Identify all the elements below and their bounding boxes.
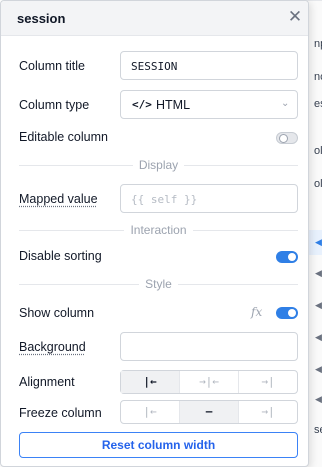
align-center-icon[interactable]: →|← bbox=[179, 371, 238, 393]
divider-text: Display bbox=[19, 158, 298, 172]
divider-text: Style bbox=[19, 277, 298, 291]
panel-title: session bbox=[17, 11, 66, 26]
background-text: ol bbox=[314, 178, 322, 190]
freeze-none-icon[interactable]: — bbox=[179, 401, 238, 423]
alignment-label: Alignment bbox=[19, 375, 75, 389]
chevron-left-icon: ◀ bbox=[315, 394, 322, 404]
chevron-left-icon: ◀ bbox=[315, 268, 322, 278]
column-type-select[interactable]: </> HTML ⌄ bbox=[120, 90, 298, 119]
column-type-value: HTML bbox=[156, 98, 191, 112]
mapped-value-label: Mapped value bbox=[19, 192, 98, 206]
editable-column-label: Editable column bbox=[19, 130, 108, 144]
toggle-knob bbox=[288, 309, 296, 317]
freeze-left-icon[interactable]: |← bbox=[121, 401, 179, 423]
chevron-left-icon: ◀ bbox=[315, 332, 322, 342]
background-text: ol bbox=[314, 145, 322, 157]
style-section-title: Style bbox=[139, 277, 178, 291]
background-label: Background bbox=[19, 340, 86, 354]
editable-column-toggle[interactable] bbox=[276, 132, 298, 144]
display-section-divider: Display bbox=[19, 158, 298, 172]
disable-sorting-toggle[interactable] bbox=[276, 251, 298, 263]
toggle-knob bbox=[279, 134, 288, 143]
mapped-value-placeholder: {{ self }} bbox=[131, 193, 198, 206]
style-section-divider: Style bbox=[19, 277, 298, 291]
freeze-column-label: Freeze column bbox=[19, 406, 102, 420]
toggle-knob bbox=[288, 253, 296, 261]
interaction-section-divider: Interaction bbox=[19, 223, 298, 237]
close-icon[interactable]: ✕ bbox=[285, 7, 305, 27]
column-title-label: Column title bbox=[19, 59, 85, 73]
alignment-segmented-control: |← →|← →| bbox=[120, 370, 298, 394]
interaction-section-title: Interaction bbox=[124, 223, 193, 237]
column-title-value: SESSION bbox=[131, 60, 178, 73]
background-text: es bbox=[314, 98, 322, 110]
fx-icon[interactable]: fx bbox=[251, 305, 262, 319]
panel-header: session ✕ bbox=[1, 1, 308, 36]
show-column-label: Show column bbox=[19, 306, 95, 320]
display-section-title: Display bbox=[132, 158, 185, 172]
background-input[interactable] bbox=[120, 332, 298, 361]
code-icon: </> bbox=[132, 98, 152, 111]
background-text: se bbox=[314, 424, 322, 436]
chevron-left-icon: ◀ bbox=[315, 237, 322, 247]
freeze-column-segmented-control: |← — →| bbox=[120, 400, 298, 424]
divider-text: Interaction bbox=[19, 223, 298, 237]
mapped-value-input[interactable]: {{ self }} bbox=[120, 184, 298, 213]
disable-sorting-label: Disable sorting bbox=[19, 249, 102, 263]
chevron-down-icon: ⌄ bbox=[281, 98, 290, 109]
align-right-icon[interactable]: →| bbox=[238, 371, 297, 393]
column-settings-panel: session ✕ Column title SESSION Column ty… bbox=[0, 0, 309, 467]
background-text: nc bbox=[314, 71, 322, 83]
align-left-icon[interactable]: |← bbox=[121, 371, 179, 393]
column-title-input[interactable]: SESSION bbox=[120, 51, 298, 80]
show-column-toggle[interactable] bbox=[276, 307, 298, 319]
freeze-right-icon[interactable]: →| bbox=[238, 401, 297, 423]
background-text: np bbox=[314, 38, 322, 50]
chevron-left-icon: ◀ bbox=[315, 364, 322, 374]
chevron-left-icon: ◀ bbox=[315, 300, 322, 310]
column-type-label: Column type bbox=[19, 98, 90, 112]
reset-column-width-button[interactable]: Reset column width bbox=[19, 432, 298, 458]
